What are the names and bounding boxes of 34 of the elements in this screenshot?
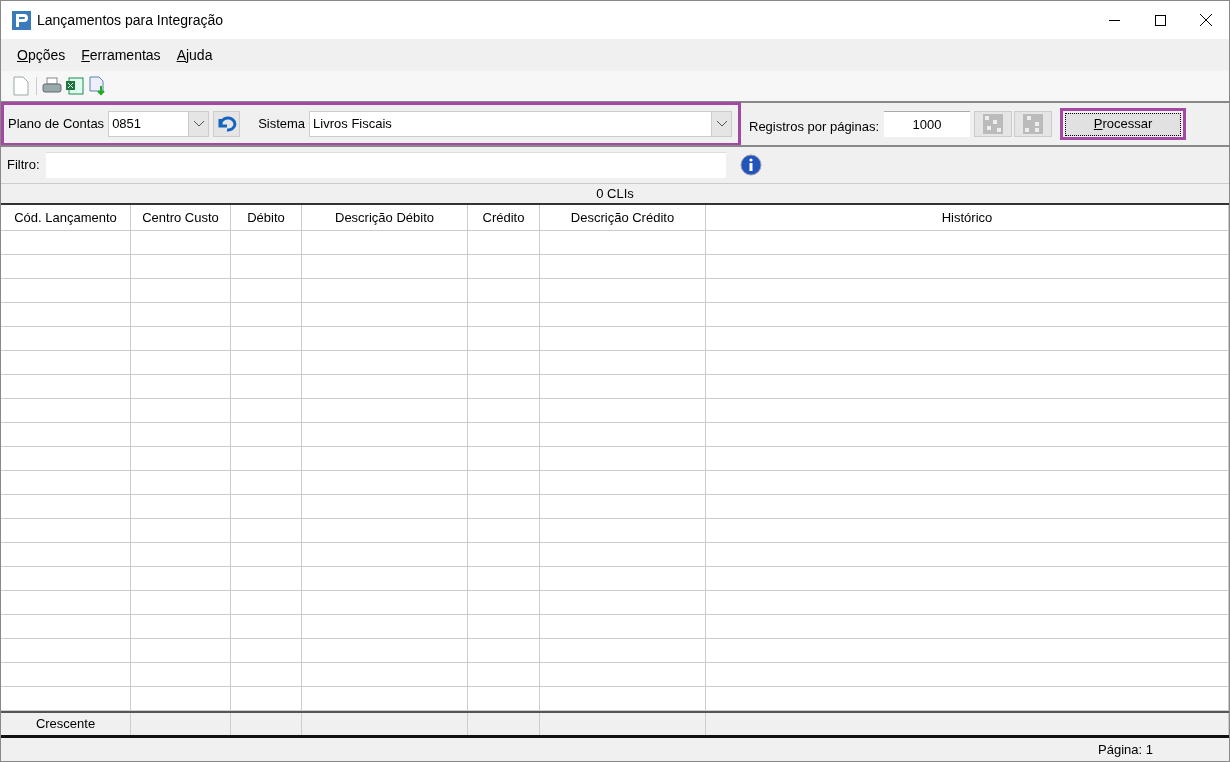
- column-header[interactable]: Descrição Crédito: [540, 205, 706, 230]
- field-label: Sistema: [258, 115, 306, 134]
- app-logo-icon: [12, 10, 31, 30]
- column-header[interactable]: Débito: [231, 205, 302, 230]
- column-header[interactable]: Crédito: [468, 205, 540, 230]
- grid-pattern-icon: [983, 114, 1004, 134]
- field-label: Plano de Contas: [8, 115, 105, 134]
- document-download-icon[interactable]: [88, 75, 108, 97]
- spreadsheet-export-icon[interactable]: [65, 75, 85, 97]
- grid-caption: 0 CLIs: [596, 184, 634, 203]
- column-header[interactable]: Cód. Lançamento: [1, 205, 131, 230]
- column-header[interactable]: Histórico: [706, 205, 1229, 230]
- undo-button[interactable]: [213, 111, 241, 137]
- field-label: Registros por páginas:: [749, 118, 880, 137]
- grid-pattern-icon: [1023, 114, 1044, 134]
- menu-item[interactable]: Opções: [9, 44, 74, 66]
- system-dropdown[interactable]: Livros Fiscais: [309, 111, 733, 137]
- maximize-icon[interactable]: [1154, 14, 1166, 26]
- process-button[interactable]: Processar: [1065, 112, 1182, 136]
- filter-field[interactable]: [45, 152, 726, 178]
- caret-icon: [716, 121, 727, 127]
- window-title: Lançamentos para Integração: [37, 10, 223, 30]
- sort-order-label: Crescente: [35, 715, 96, 734]
- menu-item[interactable]: Ferramentas: [73, 44, 169, 66]
- page-indicator: Página: 1: [1098, 740, 1153, 759]
- records-per-page-field[interactable]: 1000: [884, 111, 971, 137]
- column-header[interactable]: Descrição Débito: [302, 205, 468, 230]
- close-icon[interactable]: [1200, 14, 1212, 26]
- info-icon[interactable]: [739, 154, 762, 176]
- column-header[interactable]: Centro Custo: [131, 205, 231, 230]
- field-label: Filtro:: [7, 156, 40, 175]
- caret-icon: [193, 121, 204, 127]
- account-plan-dropdown[interactable]: 0851: [108, 111, 210, 137]
- menu-item[interactable]: Ajuda: [168, 44, 221, 66]
